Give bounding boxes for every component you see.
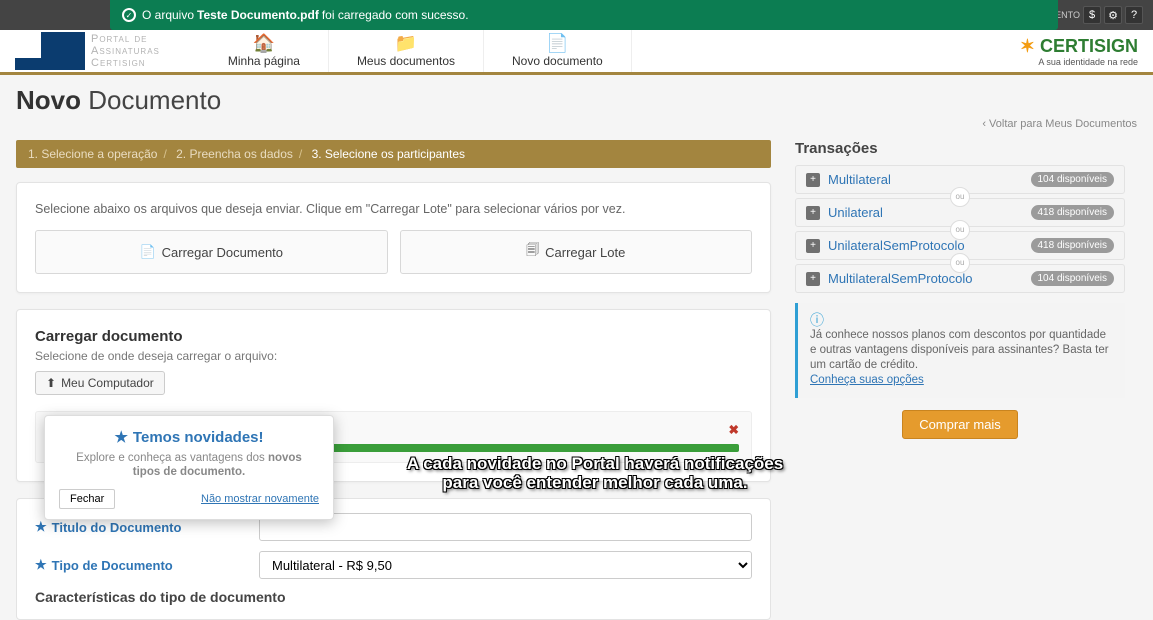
plus-icon: + [806, 239, 820, 253]
remove-file-icon[interactable]: ✖ [729, 422, 739, 437]
info-icon: ⓘ [810, 313, 1113, 328]
buy-more-button[interactable]: Comprar mais [902, 410, 1018, 439]
characteristics-title: Características do tipo de documento [35, 589, 752, 605]
logo[interactable]: Portal deAssinaturasCertisign [15, 32, 160, 70]
upload-help: Selecione abaixo os arquivos que deseja … [35, 201, 752, 218]
document-icon: 📄 [139, 244, 155, 260]
navbar: Portal deAssinaturasCertisign 🏠Minha pág… [0, 30, 1153, 75]
nav-home[interactable]: 🏠Minha página [200, 30, 329, 72]
step-3: 3. Selecione os participantes [312, 147, 465, 161]
overlay-caption: A cada novidade no Portal haverá notific… [400, 454, 790, 492]
upload-panel: Selecione abaixo os arquivos que deseja … [16, 182, 771, 293]
copy-icon: 🗐 [526, 241, 539, 263]
home-icon: 🏠 [253, 34, 275, 52]
doc-type-select[interactable]: Multilateral - R$ 9,50 [259, 551, 752, 579]
my-computer-button[interactable]: ⬆Meu Computador [35, 371, 165, 395]
load-title: Carregar documento [35, 328, 752, 345]
back-link[interactable]: ‹ Voltar para Meus Documentos [0, 118, 1153, 130]
logo-icon [15, 32, 85, 70]
gear-icon[interactable]: ⚙ [1104, 6, 1122, 24]
nav-new[interactable]: 📄Novo documento [484, 30, 632, 72]
popover-skip-link[interactable]: Não mostrar novamente [201, 493, 319, 505]
file-icon: 📄 [546, 34, 568, 52]
load-batch-button[interactable]: 🗐Carregar Lote [400, 230, 753, 274]
title-label: ★Titulo do Documento [35, 519, 245, 535]
popover-close-button[interactable]: Fechar [59, 489, 115, 509]
page-title: Novo Documento [0, 75, 1153, 118]
type-label: ★Tipo de Documento [35, 557, 245, 573]
success-toast: ✓ O arquivo Teste Documento.pdf foi carr… [110, 0, 1058, 30]
news-popover: ★Temos novidades! Explore e conheça as v… [44, 415, 334, 520]
load-sub: Selecione de onde deseja carregar o arqu… [35, 349, 752, 363]
plus-icon: + [806, 272, 820, 286]
info-box: ⓘ Já conhece nossos planos com descontos… [795, 303, 1125, 398]
upload-icon: ⬆ [46, 376, 56, 390]
check-icon: ✓ [122, 8, 136, 22]
folder-icon: 📁 [395, 34, 417, 52]
star-icon: ★ [35, 519, 47, 535]
load-document-button[interactable]: 📄Carregar Documento [35, 230, 388, 274]
star-icon: ★ [114, 428, 127, 446]
credits-icon[interactable]: $ [1083, 6, 1101, 24]
help-icon[interactable]: ? [1125, 6, 1143, 24]
brand-logo: ✶ CERTISIGN A sua identidade na rede [1020, 36, 1138, 67]
wizard-steps: 1. Selecione a operação/ 2. Preencha os … [16, 140, 771, 168]
plans-link[interactable]: Conheça suas opções [810, 374, 924, 386]
transactions-title: Transações [795, 140, 1125, 157]
nav-docs[interactable]: 📁Meus documentos [329, 30, 484, 72]
star-icon: ★ [35, 557, 47, 573]
step-2[interactable]: 2. Preencha os dados [176, 147, 293, 161]
plus-icon: + [806, 206, 820, 220]
step-1[interactable]: 1. Selecione a operação [28, 147, 157, 161]
plus-icon: + [806, 173, 820, 187]
